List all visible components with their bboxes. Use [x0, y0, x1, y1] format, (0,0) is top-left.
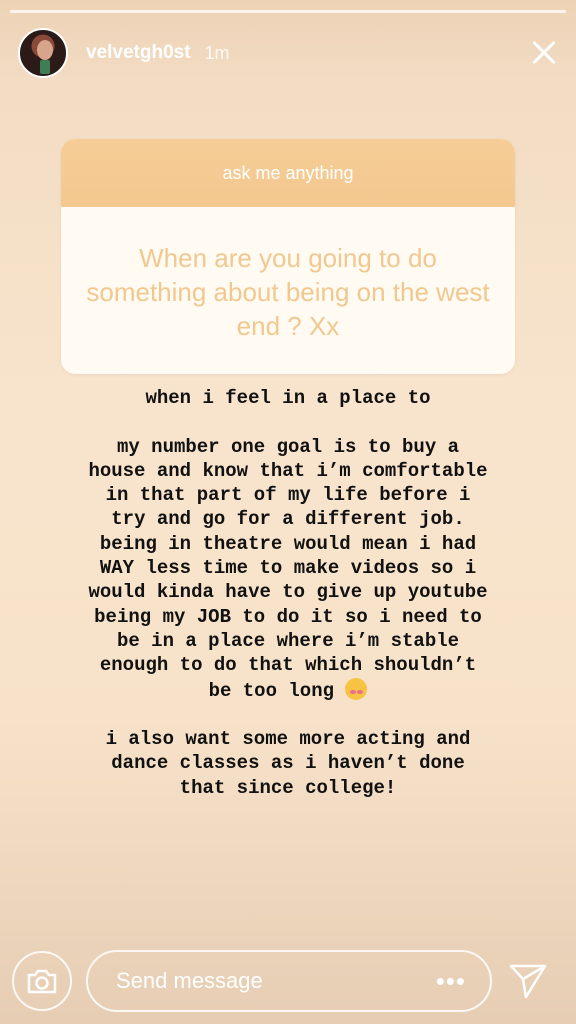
more-options-icon[interactable]: ••• — [436, 968, 466, 994]
camera-button[interactable] — [12, 951, 72, 1011]
question-text: When are you going to do something about… — [86, 243, 490, 341]
answer-paragraph: my number one goal is to buy a house and… — [88, 435, 488, 702]
camera-icon — [27, 969, 57, 994]
question-sticker-title: ask me anything — [61, 139, 515, 207]
username[interactable]: velvetgh0st — [86, 42, 191, 64]
question-sticker: ask me anything When are you going to do… — [61, 139, 515, 374]
send-message-placeholder: Send message — [116, 968, 263, 993]
story-progress-segment — [10, 10, 566, 13]
story-footer: Send message ••• — [12, 950, 564, 1012]
story-header: velvetgh0st 1m — [18, 28, 562, 78]
post-time: 1m — [204, 42, 230, 63]
send-message-input[interactable]: Send message ••• — [86, 950, 492, 1012]
paper-plane-icon — [509, 964, 547, 999]
answer-paragraph: i also want some more acting and dance c… — [105, 728, 471, 799]
smiling-face-with-hearts-icon — [345, 677, 368, 700]
story-progress-bar — [10, 10, 566, 13]
answer-text: when i feel in a place to my number one … — [88, 386, 488, 824]
answer-paragraph: when i feel in a place to — [145, 387, 431, 409]
close-icon[interactable] — [526, 35, 562, 71]
avatar[interactable] — [18, 28, 68, 78]
send-button[interactable] — [506, 959, 550, 1003]
